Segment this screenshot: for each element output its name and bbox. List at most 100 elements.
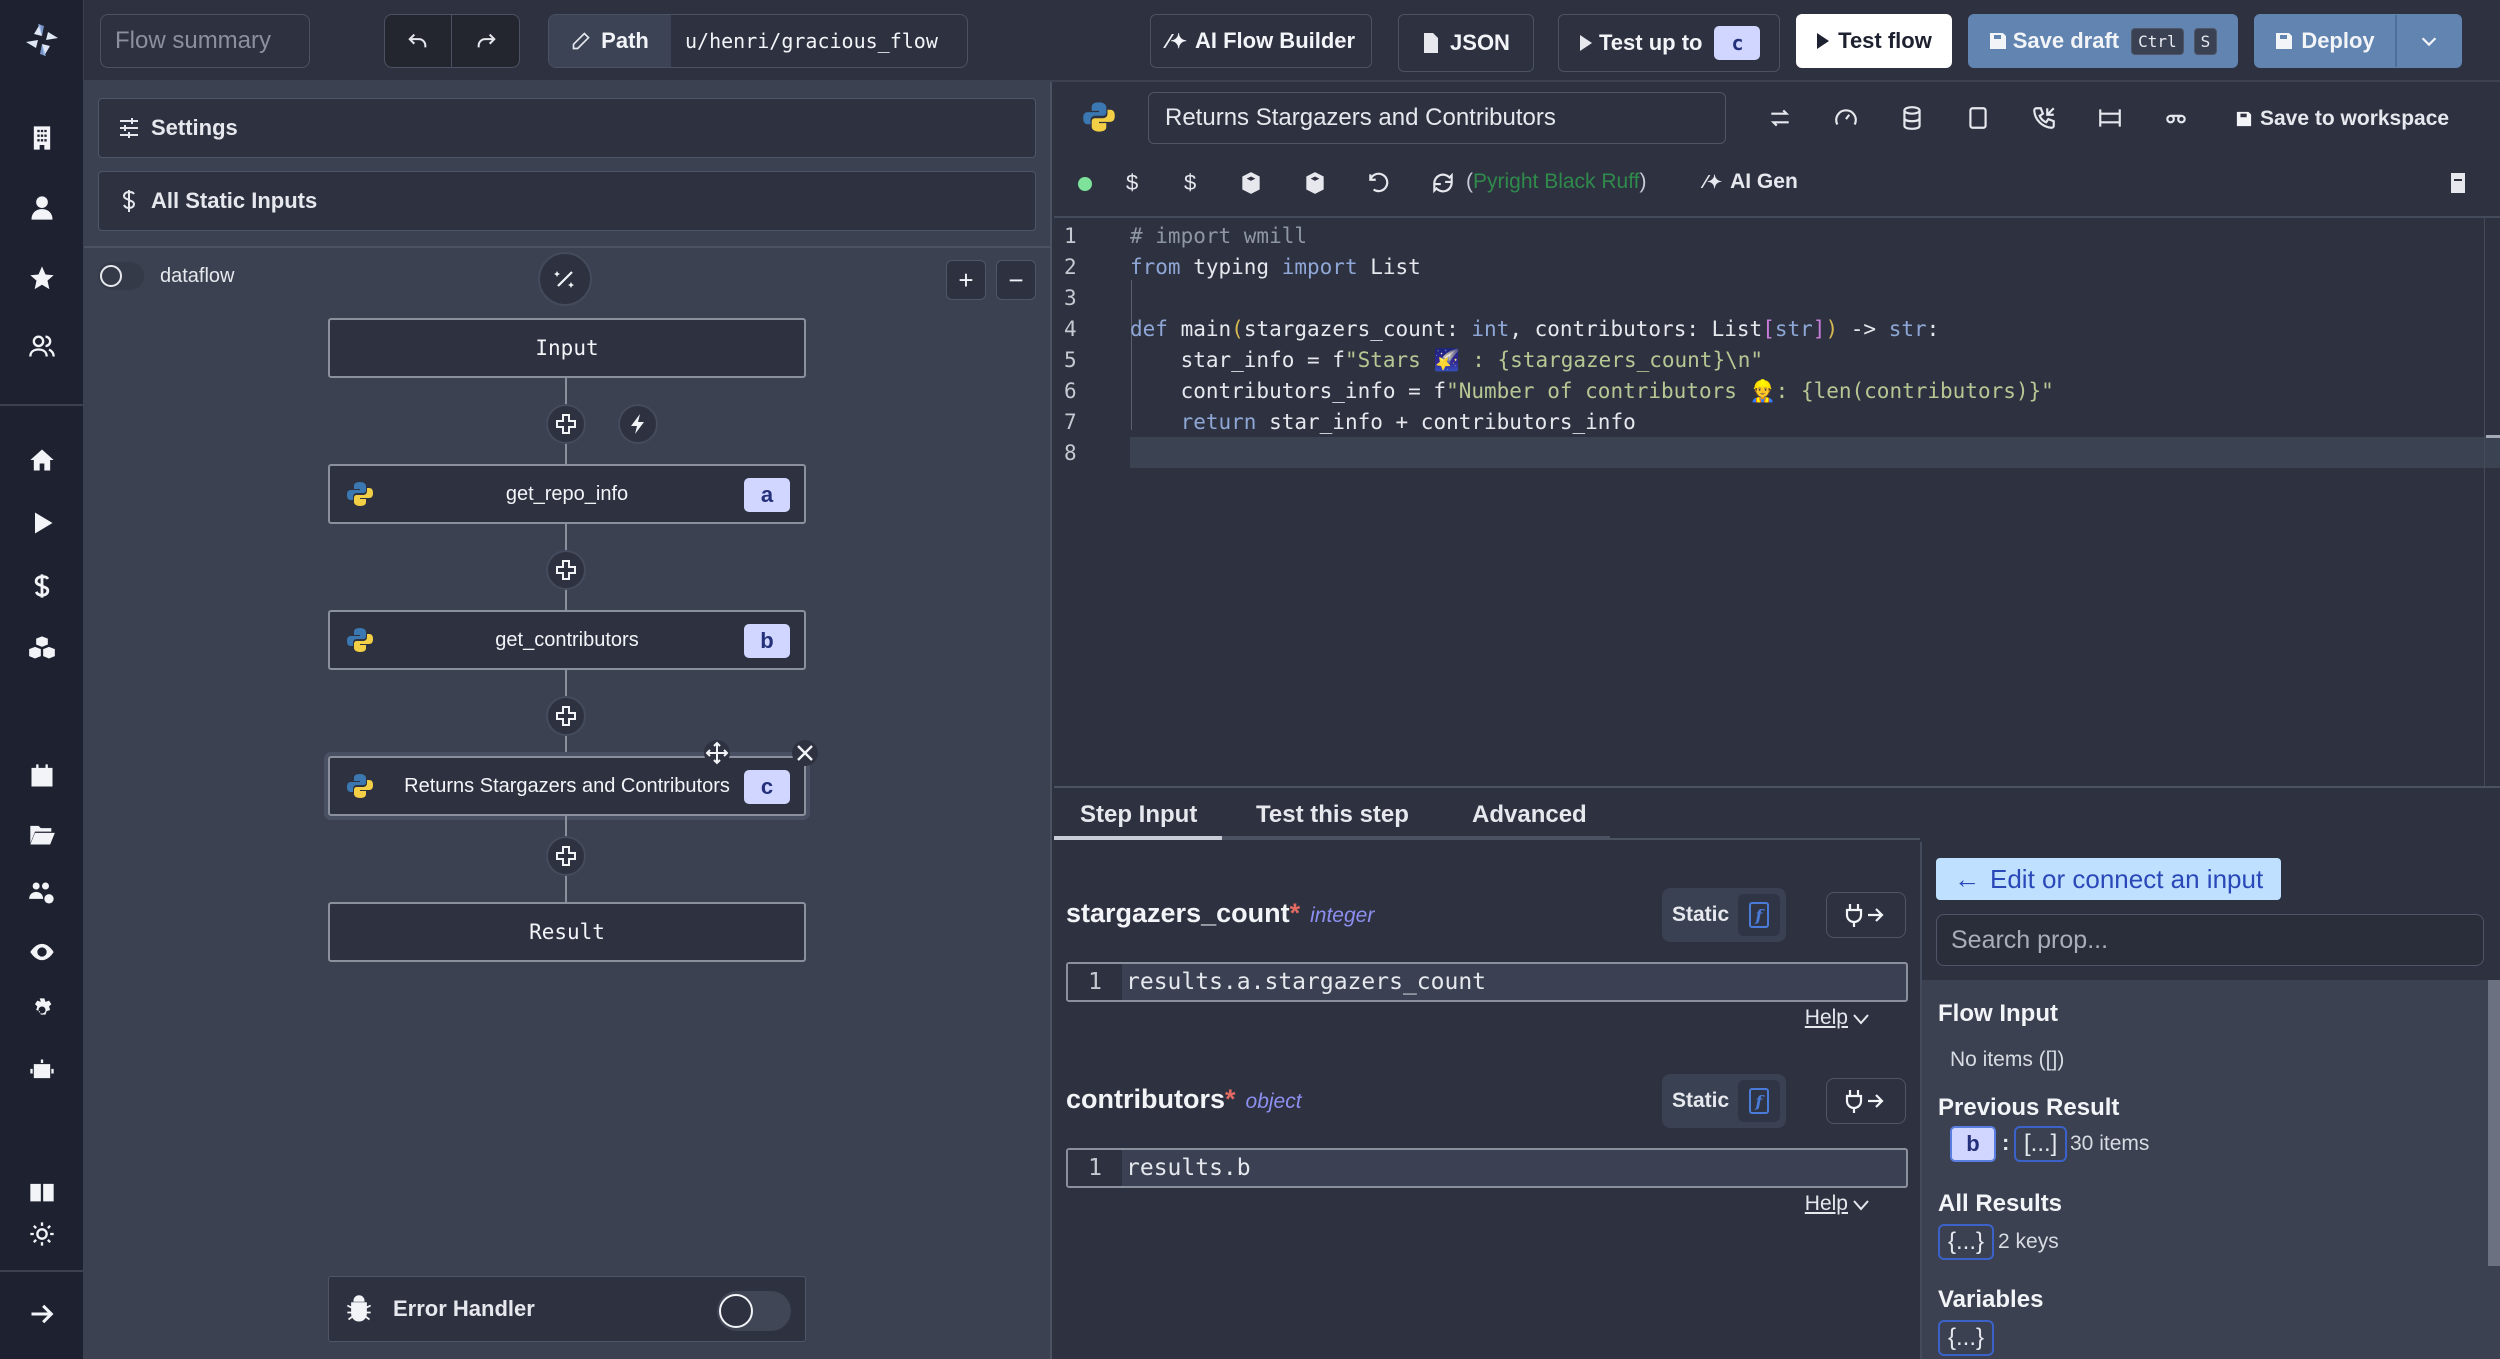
connect-input-button[interactable]	[1826, 1078, 1906, 1124]
ai-gen-button[interactable]: ⁄✦ AI Gen	[1704, 170, 1798, 194]
ai-builder-button[interactable]	[538, 252, 592, 306]
static-mode-toggle[interactable]: Static f	[1662, 1074, 1786, 1128]
tab-test-this-step[interactable]: Test this step	[1256, 790, 1409, 840]
scrollbar-thumb[interactable]	[2488, 980, 2500, 1266]
mobile-icon[interactable]	[1960, 102, 1996, 134]
stargazers-count-expression-input[interactable]: 1 results.a.stargazers_count	[1066, 962, 1908, 1002]
previous-result-expand[interactable]: [...]	[2014, 1126, 2068, 1162]
help-link[interactable]: Help	[1805, 1006, 1848, 1030]
active-tab-indicator	[1054, 836, 1222, 840]
save-to-workspace-button[interactable]: Save to workspace	[2236, 104, 2449, 134]
undo-button[interactable]	[385, 15, 452, 67]
groups-icon[interactable]	[26, 330, 58, 362]
contributors-expression-input[interactable]: 1 results.b	[1066, 1148, 1908, 1188]
chevron-down-icon[interactable]	[1852, 1198, 1870, 1212]
flow-summary-placeholder: Flow summary	[115, 27, 272, 54]
test-up-to-button[interactable]: Test up to c	[1558, 14, 1780, 72]
chevron-down-icon[interactable]	[1852, 1012, 1870, 1026]
flow-node-get-contributors[interactable]: get_contributors b	[328, 610, 806, 670]
add-step-button[interactable]	[546, 836, 586, 876]
zoom-out-button[interactable]: −	[996, 260, 1036, 300]
connect-input-button[interactable]	[1826, 892, 1906, 938]
scrollbar-thumb[interactable]	[2486, 435, 2500, 438]
sun-icon[interactable]	[26, 1218, 58, 1250]
add-step-button[interactable]	[546, 404, 586, 444]
add-trigger-button[interactable]	[618, 404, 658, 444]
phone-incoming-icon[interactable]	[2026, 102, 2062, 134]
retries-icon[interactable]	[1762, 102, 1798, 134]
infinity-loop-icon[interactable]	[2158, 102, 2194, 134]
cache-database-icon[interactable]	[1894, 102, 1930, 134]
cubes-icon[interactable]	[26, 632, 58, 664]
save-draft-button[interactable]: Save draft Ctrl S	[1968, 14, 2238, 68]
javascript-expr-button[interactable]: f	[1738, 894, 1780, 936]
deploy-button[interactable]: Deploy	[2255, 15, 2397, 67]
dollar-icon[interactable]	[26, 570, 58, 602]
dataflow-toggle[interactable]	[98, 262, 144, 290]
play-icon[interactable]	[26, 507, 58, 539]
code-editor[interactable]: 1 # import wmill 2 from typing import List…	[1054, 218, 2500, 788]
add-step-button[interactable]	[546, 696, 586, 736]
javascript-expr-button[interactable]: f	[1738, 1080, 1780, 1122]
error-handler-toggle[interactable]	[717, 1291, 791, 1331]
zoom-in-button[interactable]: +	[946, 260, 986, 300]
star-icon[interactable]	[26, 262, 58, 294]
scrollbar-track[interactable]	[2484, 218, 2485, 786]
variables-expand[interactable]: {...}	[1938, 1320, 1995, 1356]
static-inputs-section[interactable]: All Static Inputs	[98, 171, 1036, 231]
refresh-icon[interactable]	[1428, 168, 1458, 198]
help-link[interactable]: Help	[1805, 1192, 1848, 1216]
tab-advanced[interactable]: Advanced	[1472, 790, 1587, 840]
robot-icon[interactable]	[26, 1054, 58, 1086]
eye-icon[interactable]	[26, 936, 58, 968]
book-icon[interactable]	[26, 1176, 58, 1208]
step-id-badge: c	[744, 770, 790, 804]
flow-node-returns-stargazers-selected[interactable]: Returns Stargazers and Contributors c	[328, 756, 806, 816]
windmill-logo[interactable]	[22, 20, 62, 60]
calendar-icon[interactable]	[26, 760, 58, 792]
tab-step-input[interactable]: Step Input	[1080, 790, 1197, 840]
search-prop-input[interactable]: Search prop...	[1936, 914, 2484, 966]
path-field[interactable]: Path u/henri/gracious_flow	[548, 14, 968, 68]
python-icon	[347, 774, 373, 798]
redo-button[interactable]	[452, 15, 519, 67]
folder-icon[interactable]	[26, 818, 58, 850]
close-icon	[797, 745, 813, 761]
workspace-icon[interactable]	[26, 122, 58, 154]
script-library-icon[interactable]	[2446, 170, 2470, 196]
flow-node-input[interactable]: Input	[328, 318, 806, 378]
ai-flow-builder-button[interactable]: ⁄✦ AI Flow Builder	[1150, 14, 1372, 68]
home-icon[interactable]	[26, 444, 58, 476]
deploy-group: Deploy	[2254, 14, 2462, 68]
flow-node-result[interactable]: Result	[328, 902, 806, 962]
bed-sleep-icon[interactable]	[2092, 102, 2128, 134]
cube-icon[interactable]	[1236, 168, 1266, 198]
error-handler-row[interactable]: Error Handler	[328, 1276, 806, 1342]
flow-node-get-repo-info[interactable]: get_repo_info a	[328, 464, 806, 524]
lightning-icon	[631, 414, 644, 434]
code-line: contributors_info = f"Number of contribu…	[1130, 379, 2054, 403]
edit-connect-input-button[interactable]: ← Edit or connect an input	[1936, 858, 2282, 900]
json-button[interactable]: JSON	[1398, 14, 1534, 72]
settings-section[interactable]: Settings	[98, 98, 1036, 158]
timeout-gauge-icon[interactable]	[1828, 102, 1864, 134]
add-variable-button[interactable]: $	[1126, 170, 1138, 196]
user-icon[interactable]	[26, 192, 58, 224]
reset-icon[interactable]	[1364, 168, 1394, 198]
move-handle[interactable]	[704, 740, 730, 766]
test-flow-button[interactable]: Test flow	[1796, 14, 1952, 68]
expand-arrow-icon[interactable]	[26, 1298, 58, 1330]
add-resource-button[interactable]: $	[1184, 170, 1196, 196]
users-gear-icon[interactable]	[26, 877, 58, 909]
gear-icon[interactable]	[26, 994, 58, 1026]
cube-icon[interactable]	[1300, 168, 1330, 198]
step-id-badge[interactable]: b	[1950, 1126, 1996, 1162]
all-results-expand[interactable]: {...}	[1938, 1224, 1995, 1260]
delete-step-button[interactable]	[792, 740, 818, 766]
static-mode-toggle[interactable]: Static f	[1662, 888, 1786, 942]
step-name-input[interactable]: Returns Stargazers and Contributors	[1148, 92, 1726, 144]
add-step-button[interactable]	[546, 550, 586, 590]
undo-icon	[408, 33, 427, 48]
deploy-dropdown-button[interactable]	[2397, 15, 2461, 67]
flow-summary-input[interactable]: Flow summary	[100, 14, 310, 68]
